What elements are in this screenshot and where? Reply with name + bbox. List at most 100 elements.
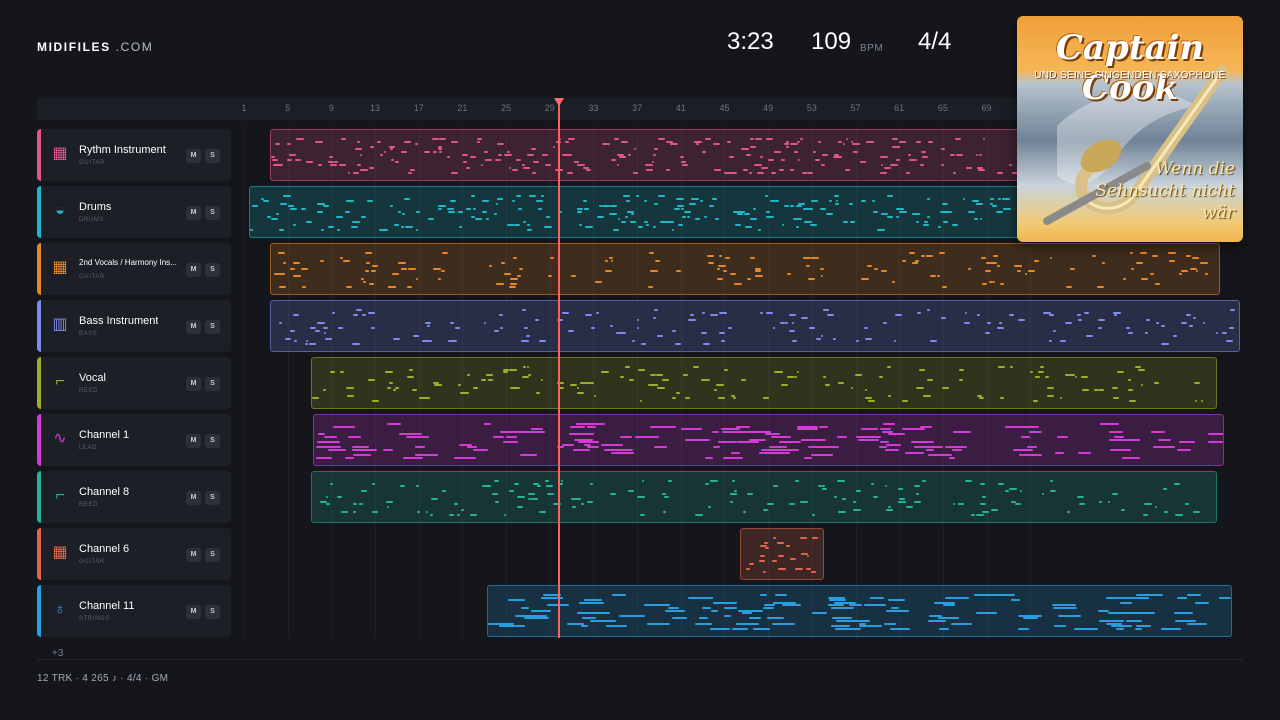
midi-note xyxy=(735,223,742,226)
solo-button[interactable]: S xyxy=(205,377,220,391)
midi-note xyxy=(1174,482,1181,485)
midi-note xyxy=(405,226,410,229)
midi-note xyxy=(459,443,473,446)
midi-note xyxy=(346,285,353,288)
midi-note xyxy=(481,379,487,381)
mute-button[interactable]: M xyxy=(186,548,201,562)
midi-note xyxy=(510,278,518,280)
playhead[interactable] xyxy=(558,98,560,638)
midi-note xyxy=(477,140,481,143)
midi-note xyxy=(702,607,711,609)
midi-note xyxy=(533,482,539,485)
midi-note xyxy=(494,329,499,332)
midi-note xyxy=(494,213,498,216)
midi-note xyxy=(293,262,301,265)
solo-button[interactable]: S xyxy=(205,434,220,448)
midi-note xyxy=(710,314,718,317)
track-header[interactable]: ▥ Bass Instrument BASS M S xyxy=(37,300,231,352)
more-tracks-indicator[interactable]: +3 xyxy=(52,648,63,659)
midi-note xyxy=(821,275,824,278)
midi-clip[interactable] xyxy=(313,414,1224,466)
midi-note xyxy=(416,278,419,280)
solo-button[interactable]: S xyxy=(205,149,220,163)
mute-button[interactable]: M xyxy=(186,491,201,505)
midi-clip[interactable] xyxy=(311,357,1217,409)
track-header[interactable]: ▦ Channel 6 GUITAR M S xyxy=(37,528,231,580)
midi-note xyxy=(974,594,994,596)
midi-note xyxy=(402,213,405,216)
solo-button[interactable]: S xyxy=(205,320,220,334)
footer-summary: 12 TRK · 4 265 ♪ · 4/4 · GM xyxy=(37,673,169,684)
midi-note xyxy=(523,166,531,169)
track-category: REED xyxy=(79,502,99,508)
track-header[interactable]: ▦ Rythm Instrument GUITAR M S xyxy=(37,129,231,181)
mute-button[interactable]: M xyxy=(186,263,201,277)
midi-note xyxy=(328,449,346,451)
midi-note xyxy=(892,145,900,148)
midi-note xyxy=(703,342,710,345)
mute-button[interactable]: M xyxy=(186,149,201,163)
midi-note xyxy=(497,197,504,200)
midi-note xyxy=(568,138,575,140)
midi-note xyxy=(290,329,296,332)
midi-note xyxy=(388,285,396,288)
mute-button[interactable]: M xyxy=(186,377,201,391)
midi-note xyxy=(795,480,799,482)
playhead-handle[interactable] xyxy=(554,98,564,106)
midi-note xyxy=(612,594,626,596)
midi-note xyxy=(577,208,584,210)
midi-note xyxy=(450,322,454,324)
track-header[interactable]: ◒ Drums DRUMS M S xyxy=(37,186,231,238)
midi-note xyxy=(912,262,918,265)
track-header[interactable]: ∿ Channel 1 LEAD M S xyxy=(37,414,231,466)
midi-note xyxy=(393,337,401,340)
midi-note xyxy=(770,200,776,203)
midi-note xyxy=(965,480,973,482)
track-header[interactable]: ⌐ Channel 8 REED M S xyxy=(37,471,231,523)
track-header[interactable]: ⌐ Vocal REED M S xyxy=(37,357,231,409)
midi-note xyxy=(794,376,797,379)
solo-button[interactable]: S xyxy=(205,491,220,505)
mute-button[interactable]: M xyxy=(186,320,201,334)
time-signature: 4/4 xyxy=(918,28,952,55)
midi-note xyxy=(570,384,577,387)
midi-note xyxy=(536,200,543,203)
ruler-tick: 37 xyxy=(632,103,643,113)
footer-divider xyxy=(37,659,1243,660)
midi-clip[interactable] xyxy=(487,585,1232,637)
solo-button[interactable]: S xyxy=(205,263,220,277)
mute-button[interactable]: M xyxy=(186,434,201,448)
midi-note xyxy=(808,278,816,280)
midi-note xyxy=(341,138,347,140)
track-header[interactable]: ♁ Channel 11 STRINGS M S xyxy=(37,585,231,637)
site-logo[interactable]: MIDIFILES .COM xyxy=(37,40,153,54)
midi-clip[interactable] xyxy=(740,528,824,580)
midi-note xyxy=(721,340,726,343)
midi-note xyxy=(250,228,253,231)
midi-note xyxy=(312,397,319,400)
midi-note xyxy=(541,379,544,381)
solo-button[interactable]: S xyxy=(205,605,220,619)
midi-note xyxy=(1113,311,1121,314)
midi-clip[interactable] xyxy=(270,300,1240,352)
solo-button[interactable]: S xyxy=(205,548,220,562)
mute-button[interactable]: M xyxy=(186,206,201,220)
midi-clip[interactable] xyxy=(311,471,1217,523)
midi-note xyxy=(522,309,526,311)
midi-note xyxy=(861,200,867,203)
midi-note xyxy=(774,151,782,153)
midi-note xyxy=(648,285,654,288)
midi-note xyxy=(352,342,360,345)
midi-note xyxy=(868,399,876,402)
midi-note xyxy=(730,272,737,275)
track-header[interactable]: ▦ 2nd Vocals / Harmony Ins... GUITAR M S xyxy=(37,243,231,295)
solo-button[interactable]: S xyxy=(205,206,220,220)
midi-note xyxy=(539,511,546,514)
midi-clip[interactable] xyxy=(270,243,1220,295)
mute-button[interactable]: M xyxy=(186,605,201,619)
midi-note xyxy=(372,265,378,267)
midi-note xyxy=(1009,487,1017,490)
midi-note xyxy=(693,366,700,368)
midi-note xyxy=(599,205,602,208)
midi-note xyxy=(986,262,993,265)
